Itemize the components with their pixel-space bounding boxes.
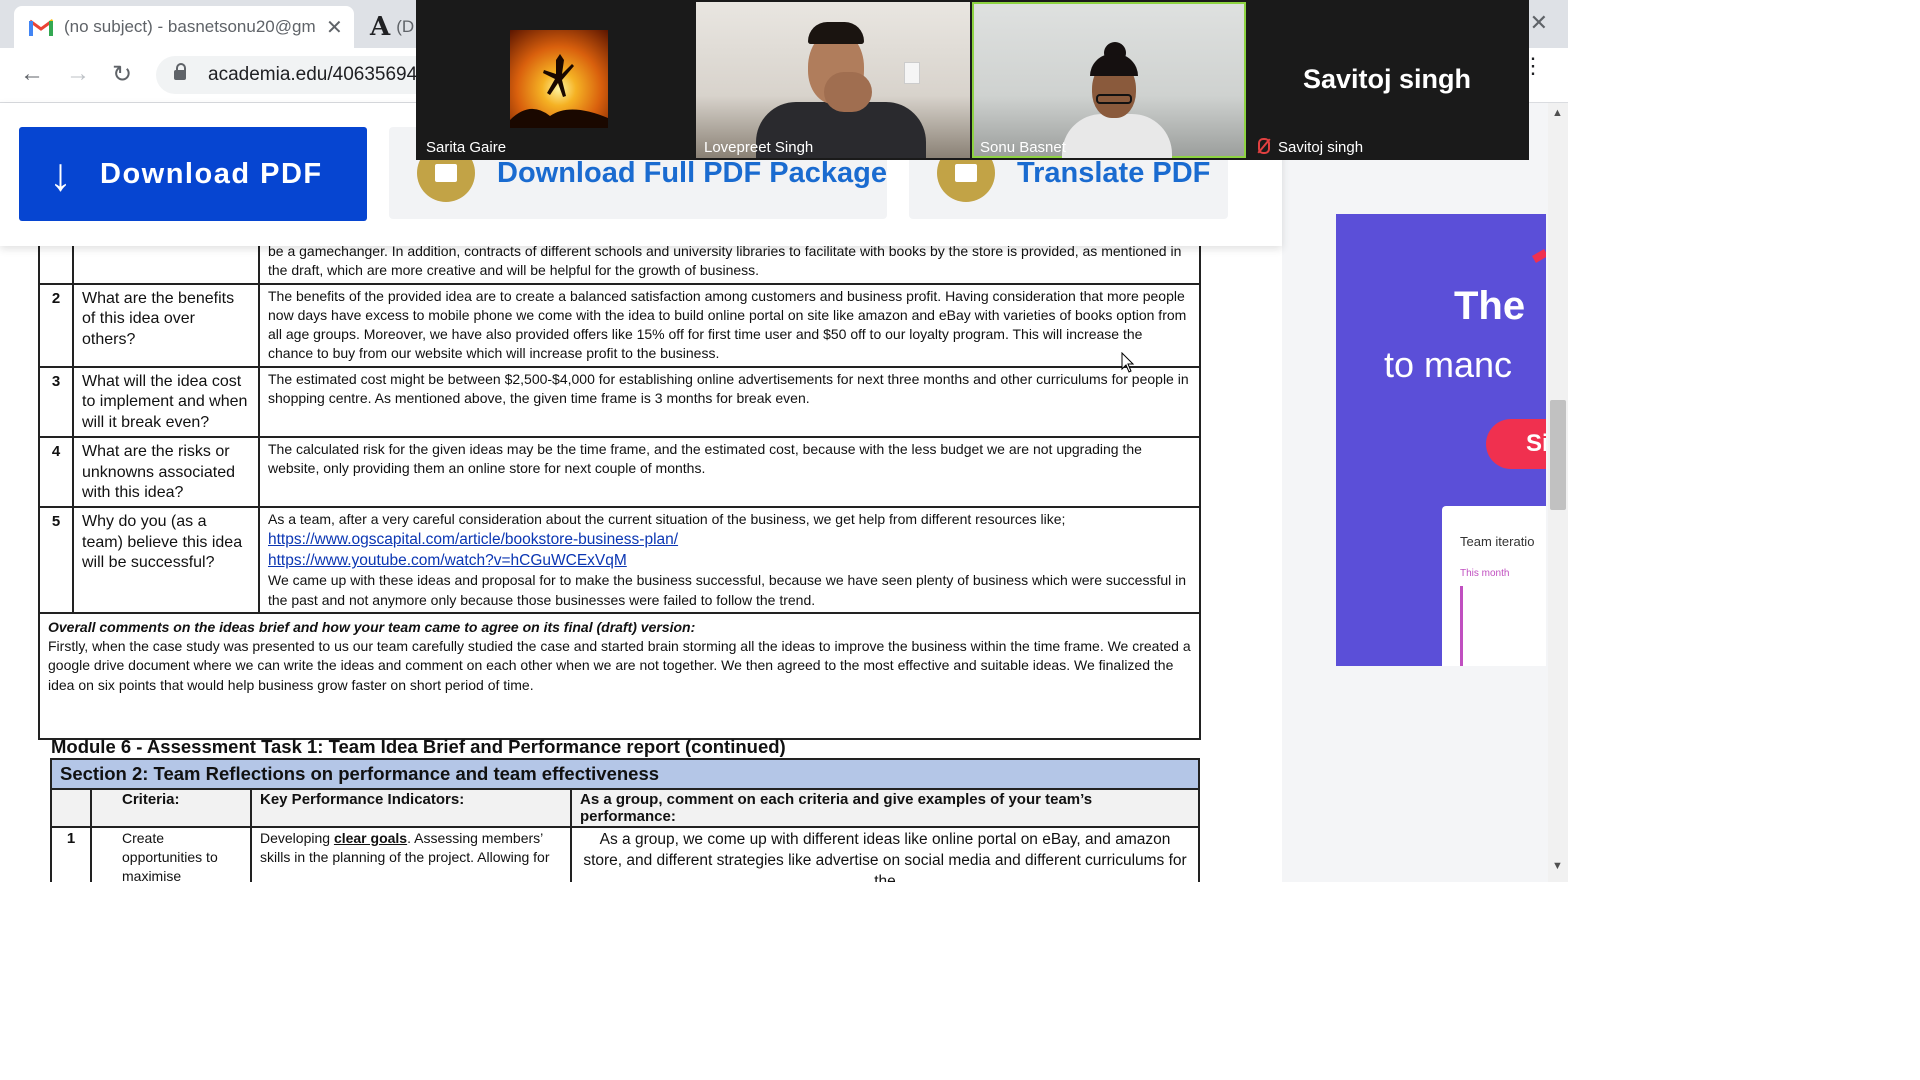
reload-icon[interactable]: ↻	[112, 60, 132, 89]
close-window-icon[interactable]: ✕	[1530, 10, 1548, 36]
profile-picture	[510, 30, 608, 128]
question-cell: What are the risks or unknowns associate…	[72, 435, 260, 509]
lock-icon[interactable]	[174, 63, 186, 80]
row-number: 1	[50, 826, 92, 882]
tab-title: (D	[396, 17, 415, 36]
forward-icon[interactable]: →	[66, 60, 90, 88]
participant-tile[interactable]: Sarita Gaire	[418, 2, 692, 158]
jumping-person-icon	[510, 54, 608, 128]
tab-title: (no subject) - basnetsonu20@gm	[64, 17, 316, 36]
question-cell: What are the benefits of this idea over …	[72, 282, 260, 368]
answer-intro: As a team, after a very careful consider…	[268, 511, 1066, 527]
table-row: 2 What are the benefits of this idea ove…	[38, 282, 1201, 368]
row-number: 3	[38, 365, 74, 438]
back-icon[interactable]: ←	[20, 60, 44, 88]
scroll-down-icon[interactable]: ▼	[1552, 860, 1563, 872]
answer-cell: As a team, after a very careful consider…	[258, 506, 1201, 614]
comment-cell: As a group, we come up with different id…	[570, 826, 1200, 882]
ad-accent-shape	[1531, 249, 1546, 263]
participant-name: Sonu Basnet	[980, 139, 1066, 156]
section2-table: Section 2: Team Reflections on performan…	[50, 758, 1200, 882]
row-number: 4	[38, 435, 74, 509]
column-header: Criteria:	[90, 788, 252, 828]
module-title: Module 6 - Assessment Task 1: Team Idea …	[51, 736, 786, 757]
ad-signup-button[interactable]: Si	[1486, 419, 1546, 469]
overall-heading: Overall comments on the ideas brief and …	[48, 618, 696, 635]
participant-name: Sarita Gaire	[426, 139, 507, 156]
participant-tile[interactable]: Lovepreet Singh	[696, 2, 970, 158]
reference-link[interactable]: https://www.youtube.com/watch?v=hCGuWCEx…	[268, 552, 627, 569]
answer-cell: The estimated cost might be between $2,5…	[258, 365, 1201, 438]
answer-cell: The benefits of the provided idea are to…	[258, 282, 1201, 368]
question-cell: What will the idea cost to implement and…	[72, 365, 260, 438]
answer-outro: We came up with these ideas and proposal…	[268, 572, 1187, 608]
participant-display-name: Savitoj singh	[1302, 64, 1472, 94]
mouse-cursor-icon	[1121, 352, 1135, 373]
scroll-up-icon[interactable]: ▲	[1552, 107, 1563, 119]
question-cell: Why do you (as a team) believe this idea…	[72, 506, 260, 614]
participant-tile-active-speaker[interactable]: Sonu Basnet	[972, 2, 1246, 158]
url-text[interactable]: academia.edu/40635694	[208, 64, 417, 86]
sidebar: The to manc Si Team iteratio This month	[1282, 103, 1552, 882]
row-number: 2	[38, 282, 74, 368]
gmail-icon	[29, 19, 53, 36]
table-row: 1 Create opportunities to maximise Devel…	[50, 826, 1200, 882]
tab-gmail[interactable]: (no subject) - basnetsonu20@gm ✕	[14, 6, 354, 48]
answer-cell: The calculated risk for the given ideas …	[258, 435, 1201, 509]
ideas-table: be a gamechanger. In addition, contracts…	[38, 232, 1201, 740]
advertisement[interactable]: The to manc Si Team iteratio This month	[1336, 214, 1546, 666]
tab-academia[interactable]: A (D	[362, 6, 422, 48]
participant-name: Lovepreet Singh	[704, 139, 814, 156]
criteria-cell: Create opportunities to maximise	[90, 826, 252, 882]
participant-name-label: Savitoj singh	[1258, 138, 1363, 156]
close-tab-icon[interactable]: ✕	[326, 15, 343, 40]
ad-subheading: to manc	[1384, 344, 1513, 385]
ad-card: Team iteratio This month	[1442, 506, 1546, 666]
reference-link[interactable]: https://www.ogscapital.com/article/books…	[268, 531, 678, 548]
row-number: 5	[38, 506, 74, 614]
participant-tile[interactable]: Savitoj singh Savitoj singh	[1250, 2, 1524, 158]
download-pdf-button[interactable]: ↓ Download PDF	[19, 127, 367, 221]
ad-heading: The	[1454, 284, 1526, 328]
table-header-row: Criteria: Key Performance Indicators: As…	[50, 788, 1200, 828]
column-header: As a group, comment on each criteria and…	[570, 788, 1200, 828]
kpi-cell: Developing clear goals. Assessing member…	[250, 826, 572, 882]
overall-text: Firstly, when the case study was present…	[48, 638, 1191, 693]
table-row: Overall comments on the ideas brief and …	[38, 611, 1201, 740]
download-arrow-icon: ↓	[49, 148, 72, 200]
table-row: 3 What will the idea cost to implement a…	[38, 365, 1201, 438]
scrollbar-thumb[interactable]	[1550, 400, 1566, 510]
column-header: Key Performance Indicators:	[250, 788, 572, 828]
table-row: 4 What are the risks or unknowns associa…	[38, 435, 1201, 509]
table-row: 5 Why do you (as a team) believe this id…	[38, 506, 1201, 614]
section-heading: Section 2: Team Reflections on performan…	[50, 758, 1200, 790]
overall-comments: Overall comments on the ideas brief and …	[38, 611, 1201, 740]
muted-mic-icon	[1258, 138, 1270, 154]
video-call-gallery: Sarita Gaire Lovepreet Singh Sonu Basnet…	[416, 0, 1529, 160]
academia-favicon-icon: A	[370, 12, 391, 42]
